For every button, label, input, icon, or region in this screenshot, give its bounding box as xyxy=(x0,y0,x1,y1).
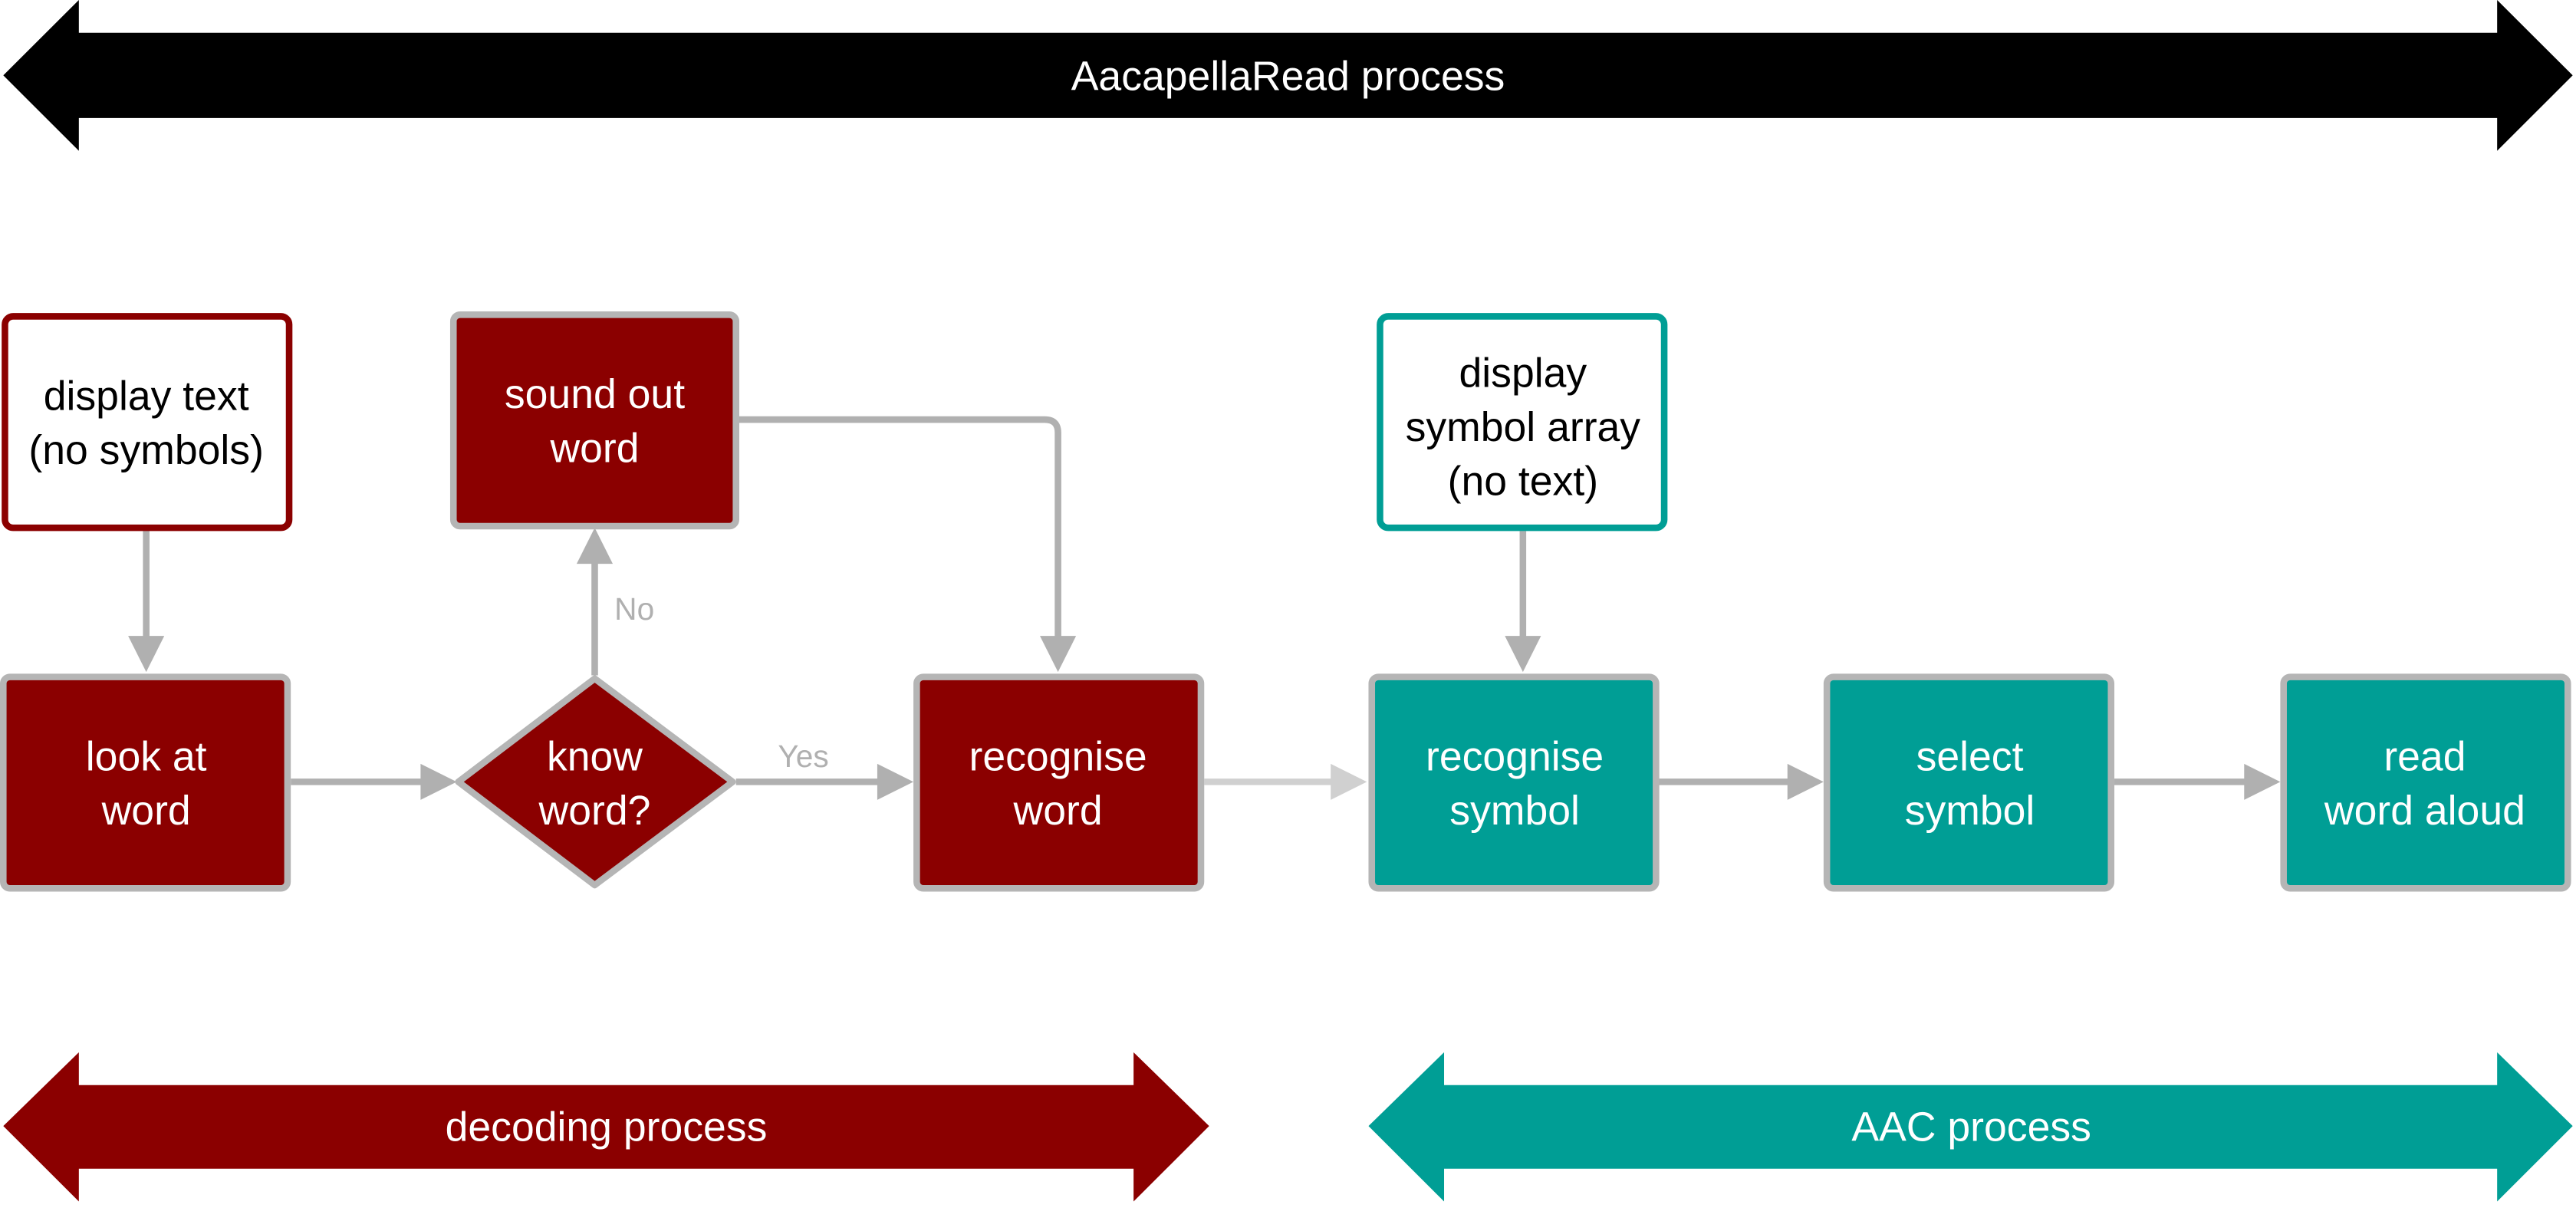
node-display-symbol-array: display symbol array (no text) xyxy=(1377,313,1668,532)
node-label: (no text) xyxy=(1448,459,1598,504)
node-display-text: display text (no symbols) xyxy=(2,313,293,532)
arrowhead-icon xyxy=(1040,636,1077,673)
edge-label-yes: Yes xyxy=(778,739,828,774)
edge-label-no: No xyxy=(614,591,654,627)
node-label: word? xyxy=(538,788,651,834)
node-label: word xyxy=(1013,788,1103,834)
node-label: (no symbols) xyxy=(28,428,263,473)
node-know-word-decision: know word? xyxy=(455,675,736,889)
node-recognise-symbol: recognise symbol xyxy=(1368,673,1660,892)
node-label: symbol xyxy=(1449,788,1580,834)
arrowhead-icon xyxy=(1787,763,1824,800)
node-read-word-aloud: read word aloud xyxy=(2280,673,2571,892)
node-label: sound out xyxy=(505,372,685,417)
node-select-symbol: select symbol xyxy=(1823,673,2115,892)
node-label: display xyxy=(1459,351,1587,396)
decoding-process-label: decoding process xyxy=(446,1104,768,1150)
node-sound-out-word: sound out word xyxy=(449,311,739,530)
node-label: recognise xyxy=(969,734,1147,779)
arrowhead-icon xyxy=(1505,636,1541,673)
overall-process-label: AacapellaRead process xyxy=(1071,54,1505,100)
arrowhead-icon xyxy=(1331,763,1367,800)
aac-process-label: AAC process xyxy=(1851,1104,2091,1150)
node-label: look at xyxy=(86,734,207,779)
arrowhead-icon xyxy=(128,636,165,673)
arrowhead-icon xyxy=(2244,763,2281,800)
node-label: symbol array xyxy=(1406,405,1641,450)
connector-sound-to-recognise xyxy=(737,416,1061,643)
node-label: word aloud xyxy=(2324,788,2525,834)
node-label: read xyxy=(2384,734,2466,779)
node-label: recognise xyxy=(1426,734,1604,779)
node-label: select xyxy=(1916,734,2024,779)
node-label: know xyxy=(547,734,643,779)
node-look-at-word: look at word xyxy=(0,673,291,892)
node-recognise-word: recognise word xyxy=(913,673,1205,892)
aacapellaread-flow-diagram: AacapellaRead process No Yes display tex… xyxy=(0,0,2573,1202)
arrowhead-icon xyxy=(576,528,614,565)
node-label: display text xyxy=(44,374,249,419)
node-label: word xyxy=(549,426,639,472)
arrowhead-icon xyxy=(877,763,914,800)
arrowhead-icon xyxy=(420,763,457,800)
node-label: symbol xyxy=(1905,788,2035,834)
node-label: word xyxy=(101,788,191,834)
